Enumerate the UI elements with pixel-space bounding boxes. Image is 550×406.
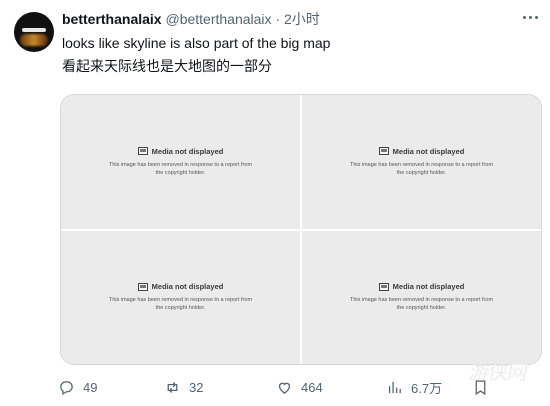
media-placeholder[interactable]: Media not displayed This image has been … xyxy=(302,95,541,229)
media-description: This image has been removed in response … xyxy=(108,297,253,312)
views-button[interactable]: 6.7万 xyxy=(386,376,442,398)
separator: · xyxy=(275,11,281,27)
tweet-text-english: looks like skyline is also part of the b… xyxy=(62,35,331,51)
media-description: This image has been removed in response … xyxy=(108,161,253,176)
media-warning-icon xyxy=(378,147,389,156)
tweet-header: betterthanalaix @betterthanalaix · 2小时 xyxy=(62,10,320,30)
media-grid: Media not displayed This image has been … xyxy=(60,94,542,365)
views-count: 6.7万 xyxy=(411,380,443,396)
repost-icon xyxy=(167,381,178,393)
media-title: Media not displayed xyxy=(151,146,224,156)
avatar-art xyxy=(22,28,46,32)
avatar-art xyxy=(20,34,48,46)
views-icon xyxy=(388,381,401,393)
display-name[interactable]: betterthanalaix xyxy=(62,11,162,27)
media-warning-icon xyxy=(378,282,389,291)
user-handle[interactable]: @betterthanalaix xyxy=(165,11,271,27)
media-description: This image has been removed in response … xyxy=(349,161,494,176)
reply-count: 49 xyxy=(83,379,98,395)
timestamp[interactable]: 2小时 xyxy=(284,11,320,27)
watermark: 游侠网 xyxy=(467,360,529,384)
media-placeholder[interactable]: Media not displayed This image has been … xyxy=(61,230,300,364)
media-warning-icon xyxy=(137,282,148,291)
tweet-text-chinese: 看起来天际线也是大地图的一部分 xyxy=(62,58,272,74)
like-count: 464 xyxy=(301,379,323,395)
avatar[interactable] xyxy=(14,12,54,52)
more-options-icon[interactable] xyxy=(520,8,540,26)
media-title: Media not displayed xyxy=(392,146,465,156)
like-icon xyxy=(278,382,291,394)
media-title: Media not displayed xyxy=(392,282,465,292)
media-placeholder[interactable]: Media not displayed This image has been … xyxy=(302,230,541,364)
reply-button[interactable]: 49 xyxy=(58,376,97,398)
media-placeholder[interactable]: Media not displayed This image has been … xyxy=(61,95,300,229)
repost-count: 32 xyxy=(189,379,204,395)
media-warning-icon xyxy=(137,147,148,156)
media-title: Media not displayed xyxy=(151,282,224,292)
reply-icon xyxy=(60,380,73,395)
media-description: This image has been removed in response … xyxy=(349,297,494,312)
like-button[interactable]: 464 xyxy=(276,376,323,398)
repost-button[interactable]: 32 xyxy=(164,376,203,398)
action-bar: 49 32 464 6.7万 xyxy=(58,376,538,398)
